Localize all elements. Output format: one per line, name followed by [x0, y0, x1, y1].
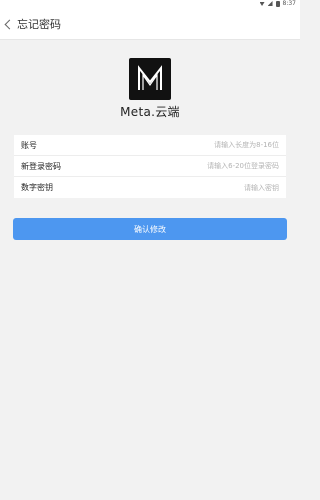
chevron-left-icon: [4, 19, 15, 29]
logo-mark-icon: [138, 65, 162, 90]
app-logo: [129, 58, 171, 100]
wifi-icon: [259, 2, 265, 6]
new-password-row: 新登录密码: [14, 156, 286, 177]
secret-key-row: 数字密钥: [14, 177, 286, 198]
back-button[interactable]: 忘记密码: [4, 15, 61, 33]
new-password-input[interactable]: [129, 162, 279, 170]
account-label: 账号: [21, 140, 37, 150]
secret-key-label: 数字密钥: [21, 183, 53, 192]
new-password-label: 新登录密码: [21, 161, 61, 171]
secret-key-input[interactable]: [129, 183, 279, 192]
confirm-button[interactable]: 确认修改: [13, 218, 287, 240]
reset-form: 账号 新登录密码 数字密钥: [14, 135, 286, 198]
brand-name: Meta.云端: [120, 105, 180, 119]
account-row: 账号: [14, 135, 286, 156]
page-title: 忘记密码: [17, 18, 61, 31]
status-indicators: 8:37: [259, 0, 296, 8]
nav-bar: 忘记密码: [0, 8, 300, 40]
battery-icon: [275, 0, 280, 7]
account-input[interactable]: [129, 141, 279, 149]
signal-icon: [267, 1, 273, 6]
status-time: 8:37: [282, 0, 296, 7]
status-bar: 8:37: [0, 0, 300, 8]
